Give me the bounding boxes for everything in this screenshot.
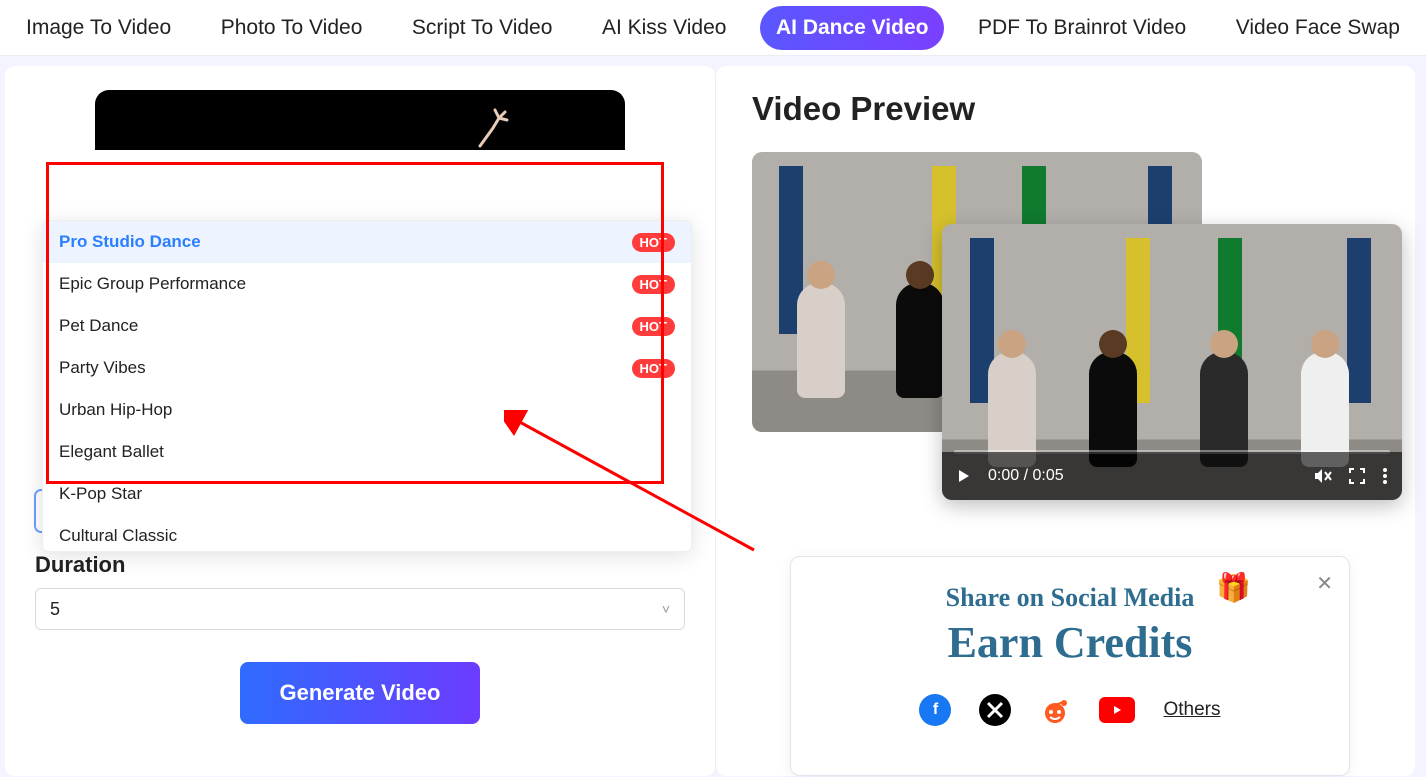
share-card: ✕ Share on Social Media 🎁 Earn Credits f… — [790, 556, 1350, 776]
sample-clip — [95, 90, 625, 150]
chevron-down-icon: ˅ — [662, 601, 670, 617]
generate-video-button[interactable]: Generate Video — [240, 662, 480, 724]
tab-ai-dance-video[interactable]: AI Dance Video — [760, 6, 945, 50]
hot-badge: HOT — [632, 317, 675, 336]
preview-video[interactable]: 0:00 / 0:05 — [942, 224, 1402, 500]
reddit-icon[interactable] — [1039, 694, 1071, 726]
share-title-line1: Share on Social Media 🎁 — [819, 583, 1321, 613]
style-option[interactable]: Pet Dance HOT — [43, 305, 691, 347]
style-dropdown: Pro Studio Dance HOT Epic Group Performa… — [42, 220, 692, 552]
video-controls: 0:00 / 0:05 — [942, 452, 1402, 500]
hot-badge: HOT — [632, 233, 675, 252]
more-icon[interactable] — [1382, 467, 1388, 485]
hot-badge: HOT — [632, 275, 675, 294]
style-option[interactable]: Pro Studio Dance HOT — [43, 221, 691, 263]
tab-photo-to-video[interactable]: Photo To Video — [205, 6, 379, 50]
duration-select[interactable]: 5 ˅ — [35, 588, 685, 630]
style-option[interactable]: Epic Group Performance HOT — [43, 263, 691, 305]
tab-image-to-video[interactable]: Image To Video — [10, 6, 187, 50]
tab-ai-kiss-video[interactable]: AI Kiss Video — [586, 6, 743, 50]
config-panel: Pro Studio Dance ˄ Duration 5 ˅ Generate… — [5, 66, 715, 776]
fullscreen-icon[interactable] — [1348, 467, 1366, 485]
tab-video-face-swap[interactable]: Video Face Swap — [1220, 6, 1416, 50]
tab-script-to-video[interactable]: Script To Video — [396, 6, 568, 50]
style-option[interactable]: Elegant Ballet — [43, 431, 691, 473]
youtube-icon[interactable] — [1099, 697, 1135, 723]
share-title-line2: Earn Credits — [819, 617, 1321, 668]
hot-badge: HOT — [632, 359, 675, 378]
tab-bar: Image To Video Photo To Video Script To … — [0, 0, 1426, 56]
preview-thumbnails: 0:00 / 0:05 — [752, 152, 1402, 502]
tab-pdf-to-brainrot[interactable]: PDF To Brainrot Video — [962, 6, 1202, 50]
style-option[interactable]: K-Pop Star — [43, 473, 691, 515]
duration-label: Duration — [35, 552, 685, 578]
style-option[interactable]: Urban Hip-Hop — [43, 389, 691, 431]
facebook-icon[interactable]: f — [919, 694, 951, 726]
video-time: 0:00 / 0:05 — [988, 467, 1064, 485]
x-twitter-icon[interactable] — [979, 694, 1011, 726]
share-others-link[interactable]: Others — [1163, 699, 1220, 721]
duration-select-value: 5 — [50, 599, 60, 620]
style-option[interactable]: Cultural Classic — [43, 515, 691, 551]
gift-icon: 🎁 — [1216, 571, 1251, 605]
mute-icon[interactable] — [1312, 466, 1332, 486]
dancer-hand-icon — [475, 108, 515, 148]
preview-title: Video Preview — [752, 90, 1379, 128]
style-option[interactable]: Party Vibes HOT — [43, 347, 691, 389]
play-icon[interactable] — [956, 468, 972, 484]
